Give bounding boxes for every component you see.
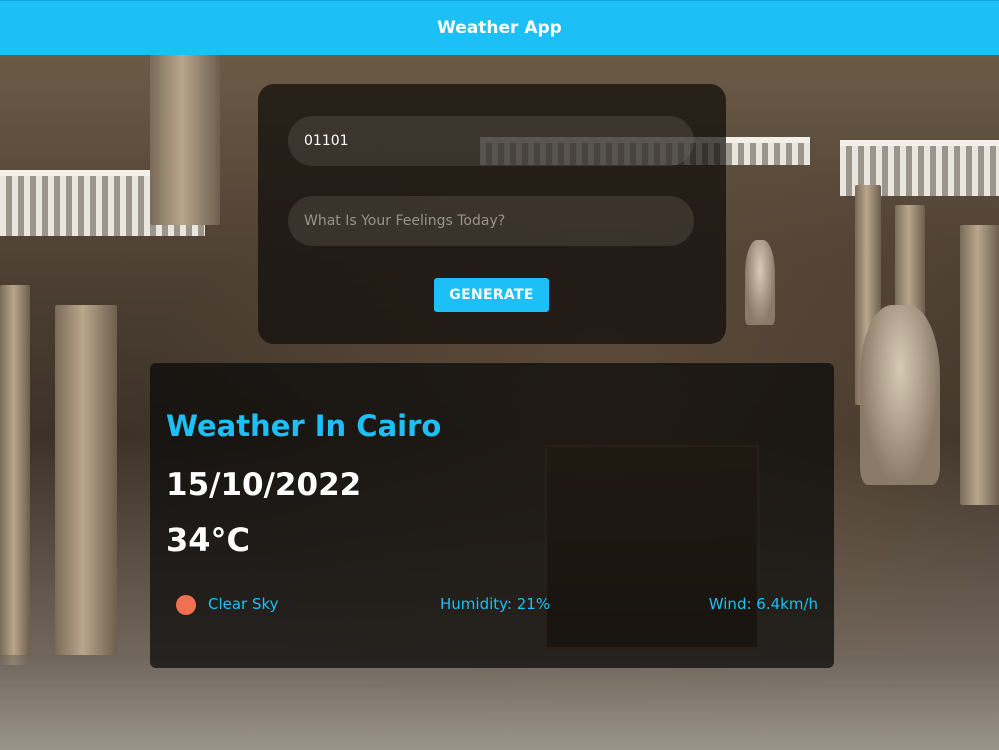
app-header: Weather App bbox=[0, 0, 999, 55]
temperature-text: 34°C bbox=[166, 521, 251, 559]
date-text: 15/10/2022 bbox=[166, 467, 362, 503]
humidity-text: Humidity: 21% bbox=[440, 595, 551, 613]
city-heading: Weather In Cairo bbox=[166, 409, 442, 443]
weather-result-card: Weather In Cairo 15/10/2022 34°C Clear S… bbox=[150, 363, 834, 668]
condition-text: Clear Sky bbox=[208, 595, 279, 613]
entry-form-card: GENERATE bbox=[258, 84, 726, 344]
wind-text: Wind: 6.4km/h bbox=[708, 595, 818, 613]
weather-details-row: Clear Sky Humidity: 21% Wind: 6.4km/h bbox=[150, 593, 834, 617]
generate-button[interactable]: GENERATE bbox=[434, 278, 549, 312]
app-title: Weather App bbox=[437, 18, 562, 38]
zip-code-input[interactable] bbox=[288, 116, 694, 166]
feelings-input[interactable] bbox=[288, 196, 694, 246]
sun-icon bbox=[176, 595, 196, 615]
